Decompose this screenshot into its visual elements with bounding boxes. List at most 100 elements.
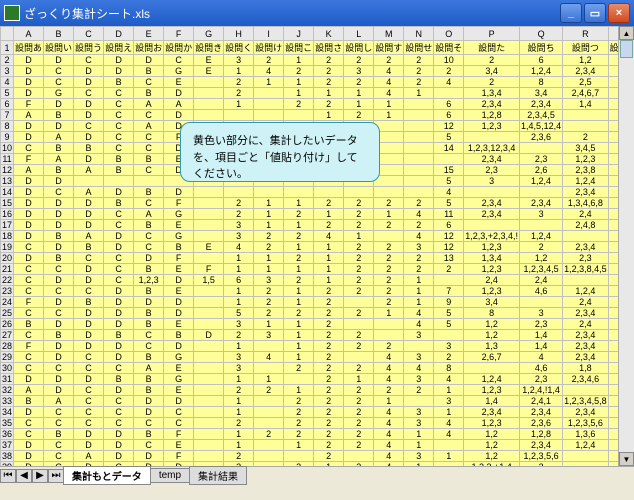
data-cell[interactable]: 1,3,4 bbox=[464, 253, 520, 264]
data-cell[interactable]: 3 bbox=[404, 352, 434, 363]
data-cell[interactable] bbox=[434, 154, 464, 165]
data-cell[interactable]: D bbox=[134, 396, 164, 407]
data-cell[interactable]: 2 bbox=[404, 55, 434, 66]
data-cell[interactable]: 12 bbox=[434, 231, 464, 242]
data-cell[interactable]: 1,2 bbox=[464, 330, 520, 341]
data-cell[interactable] bbox=[374, 187, 404, 198]
data-cell[interactable]: C bbox=[44, 187, 74, 198]
data-cell[interactable]: 2 bbox=[374, 341, 404, 352]
data-cell[interactable]: 2 bbox=[344, 330, 374, 341]
data-cell[interactable] bbox=[254, 396, 284, 407]
data-cell[interactable] bbox=[404, 187, 434, 198]
data-cell[interactable]: 2,3,4 bbox=[563, 308, 609, 319]
data-cell[interactable]: B bbox=[134, 352, 164, 363]
data-cell[interactable] bbox=[464, 132, 520, 143]
data-cell[interactable]: 2,3,4 bbox=[563, 352, 609, 363]
data-cell[interactable]: 1,2 bbox=[464, 451, 520, 462]
data-cell[interactable]: 3 bbox=[464, 176, 520, 187]
data-cell[interactable]: 1,2 bbox=[464, 319, 520, 330]
data-cell[interactable]: 2 bbox=[344, 275, 374, 286]
data-cell[interactable]: 2 bbox=[434, 264, 464, 275]
data-cell[interactable]: 4 bbox=[224, 242, 254, 253]
data-cell[interactable]: C bbox=[104, 209, 134, 220]
data-cell[interactable]: C bbox=[44, 308, 74, 319]
data-cell[interactable]: 1 bbox=[404, 88, 434, 99]
data-cell[interactable]: D bbox=[104, 286, 134, 297]
data-cell[interactable]: 1 bbox=[434, 407, 464, 418]
data-cell[interactable]: 1 bbox=[374, 209, 404, 220]
data-cell[interactable]: 1 bbox=[344, 231, 374, 242]
data-cell[interactable]: 2,3,4,5 bbox=[520, 110, 563, 121]
data-cell[interactable]: 1 bbox=[284, 55, 314, 66]
data-cell[interactable]: E bbox=[164, 385, 194, 396]
data-cell[interactable]: 2 bbox=[344, 55, 374, 66]
data-cell[interactable]: 2 bbox=[284, 308, 314, 319]
data-cell[interactable]: 11 bbox=[434, 209, 464, 220]
data-cell[interactable]: C bbox=[104, 121, 134, 132]
vertical-scrollbar[interactable]: ▲ ▼ bbox=[618, 26, 634, 466]
data-cell[interactable]: G bbox=[164, 352, 194, 363]
data-cell[interactable] bbox=[344, 451, 374, 462]
header-cell[interactable]: 設問せ bbox=[404, 41, 434, 55]
data-cell[interactable]: F bbox=[164, 253, 194, 264]
data-cell[interactable]: B bbox=[104, 330, 134, 341]
data-cell[interactable]: F bbox=[14, 99, 44, 110]
data-cell[interactable]: 4 bbox=[404, 363, 434, 374]
data-cell[interactable]: G bbox=[164, 66, 194, 77]
data-cell[interactable]: 1 bbox=[284, 385, 314, 396]
data-cell[interactable]: 4 bbox=[254, 66, 284, 77]
header-cell[interactable]: 設問ち bbox=[520, 41, 563, 55]
data-cell[interactable]: 2 bbox=[254, 286, 284, 297]
tab-prev-icon[interactable]: ◀ bbox=[16, 469, 32, 483]
data-cell[interactable]: 1,4 bbox=[520, 341, 563, 352]
col-header[interactable]: F bbox=[164, 27, 194, 41]
data-cell[interactable]: 1 bbox=[284, 198, 314, 209]
data-cell[interactable]: 1 bbox=[314, 209, 344, 220]
data-cell[interactable]: F bbox=[14, 297, 44, 308]
data-cell[interactable]: C bbox=[74, 55, 104, 66]
data-cell[interactable]: 2 bbox=[224, 330, 254, 341]
data-cell[interactable]: 2 bbox=[314, 99, 344, 110]
data-cell[interactable]: C bbox=[134, 143, 164, 154]
data-cell[interactable] bbox=[194, 220, 224, 231]
data-cell[interactable]: D bbox=[104, 242, 134, 253]
data-cell[interactable]: C bbox=[104, 110, 134, 121]
data-cell[interactable]: C bbox=[134, 231, 164, 242]
data-cell[interactable]: B bbox=[74, 242, 104, 253]
data-cell[interactable]: 4 bbox=[374, 66, 404, 77]
data-cell[interactable]: 1,3 bbox=[464, 341, 520, 352]
tab-first-icon[interactable]: ⏮ bbox=[0, 469, 16, 483]
data-cell[interactable]: 2 bbox=[254, 385, 284, 396]
data-cell[interactable]: C bbox=[104, 396, 134, 407]
data-cell[interactable]: 1 bbox=[314, 253, 344, 264]
data-cell[interactable]: B bbox=[44, 253, 74, 264]
data-cell[interactable] bbox=[224, 110, 254, 121]
data-cell[interactable]: 2,4 bbox=[563, 297, 609, 308]
col-header[interactable]: K bbox=[314, 27, 344, 41]
data-cell[interactable]: 4 bbox=[374, 440, 404, 451]
data-cell[interactable]: 4 bbox=[374, 88, 404, 99]
data-cell[interactable] bbox=[194, 374, 224, 385]
header-cell[interactable]: 設問す bbox=[374, 41, 404, 55]
data-cell[interactable] bbox=[194, 308, 224, 319]
data-cell[interactable]: 1 bbox=[224, 297, 254, 308]
data-cell[interactable]: 2 bbox=[284, 253, 314, 264]
data-cell[interactable] bbox=[520, 143, 563, 154]
data-cell[interactable] bbox=[563, 110, 609, 121]
data-cell[interactable] bbox=[194, 187, 224, 198]
data-cell[interactable]: C bbox=[104, 363, 134, 374]
data-cell[interactable]: 1,4 bbox=[520, 330, 563, 341]
data-cell[interactable]: D bbox=[194, 330, 224, 341]
data-cell[interactable]: B bbox=[134, 264, 164, 275]
data-cell[interactable]: 1 bbox=[284, 77, 314, 88]
data-cell[interactable]: B bbox=[104, 198, 134, 209]
col-header[interactable]: N bbox=[404, 27, 434, 41]
header-cell[interactable]: 設問た bbox=[464, 41, 520, 55]
data-cell[interactable]: 2,3,4 bbox=[563, 341, 609, 352]
col-header[interactable]: P bbox=[464, 27, 520, 41]
data-cell[interactable]: 1,3,4 bbox=[464, 88, 520, 99]
row-header[interactable]: 12 bbox=[1, 165, 14, 176]
data-cell[interactable]: D bbox=[14, 66, 44, 77]
data-cell[interactable]: 4 bbox=[374, 418, 404, 429]
row-header[interactable]: 19 bbox=[1, 242, 14, 253]
